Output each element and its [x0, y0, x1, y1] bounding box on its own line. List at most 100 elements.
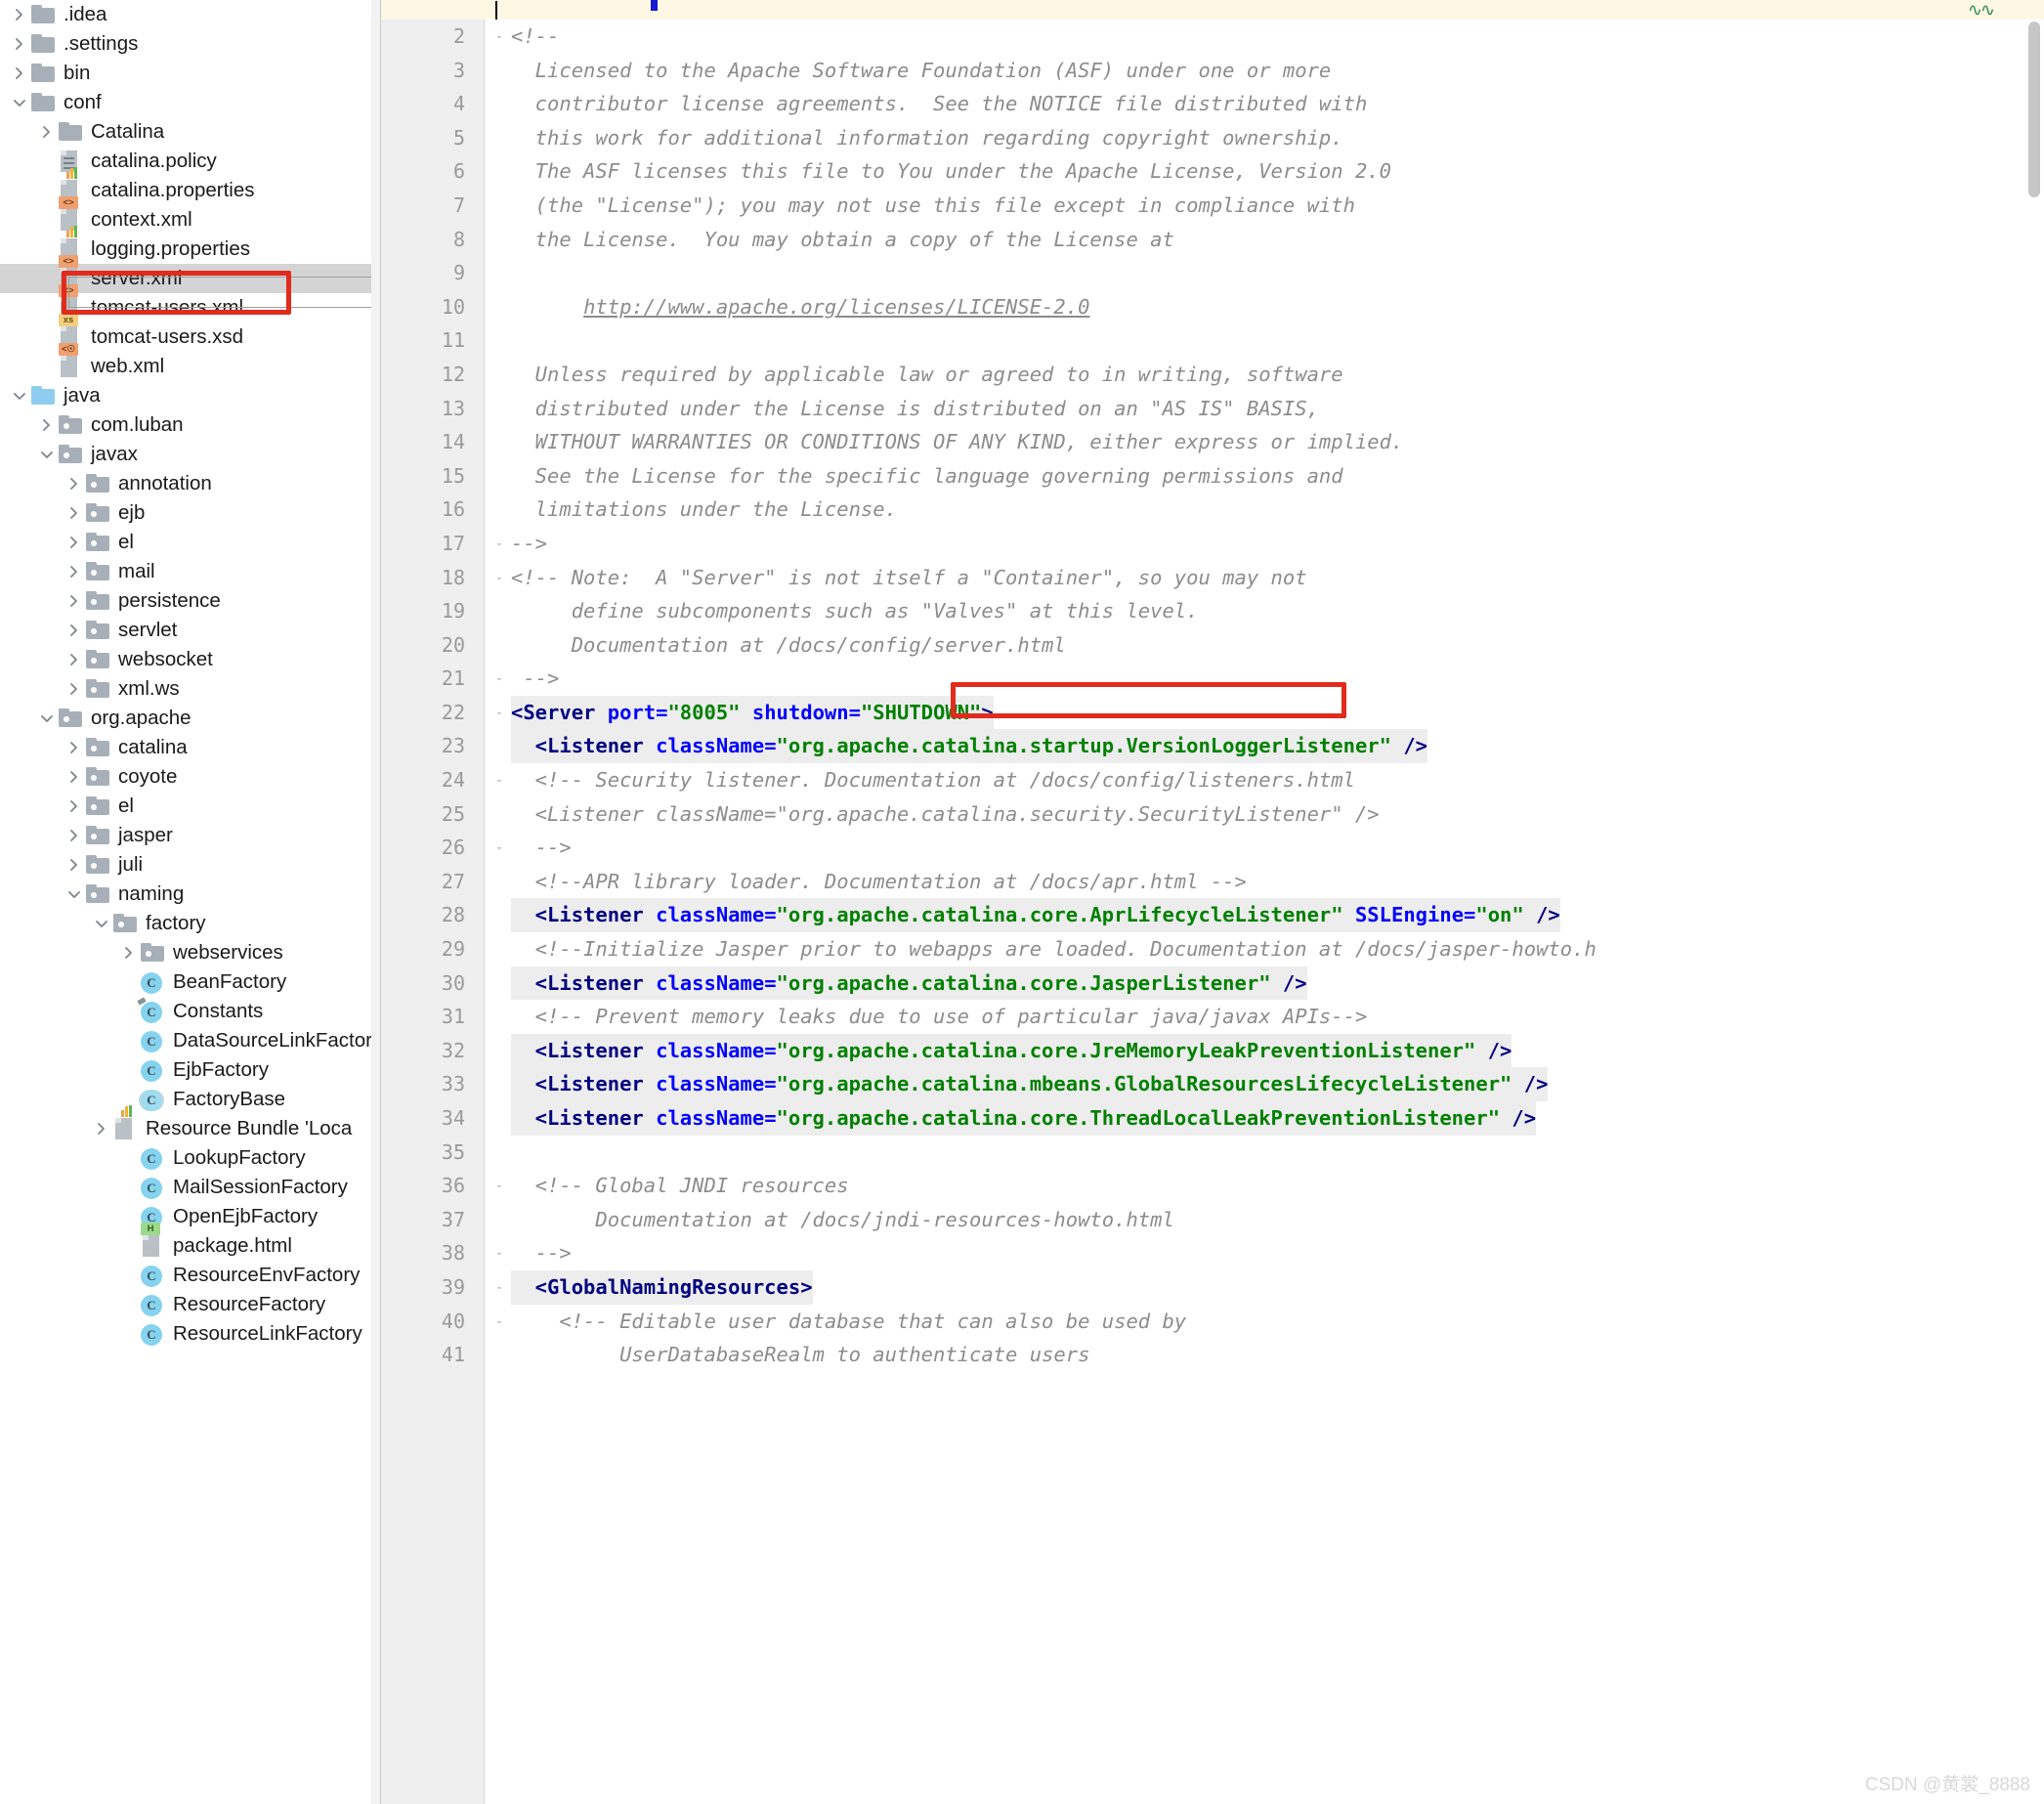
code-line[interactable]: 37 Documentation at /docs/jndi-resources…	[381, 1203, 2044, 1237]
chevron-right-icon[interactable]	[35, 410, 59, 440]
chevron-right-icon[interactable]	[63, 645, 86, 674]
chevron-right-icon[interactable]	[8, 0, 31, 29]
tree-item-tomcat-users-xml[interactable]: <>tomcat-users.xml	[0, 293, 381, 322]
code-line[interactable]: 18-<!-- Note: A "Server" is not itself a…	[381, 561, 2044, 595]
tree-item-mail[interactable]: mail	[0, 557, 381, 586]
chevron-right-icon[interactable]	[8, 29, 31, 59]
code-line[interactable]: 33 <Listener className="org.apache.catal…	[381, 1067, 2044, 1101]
code-editor[interactable]: ∿∿ 2-<!--3 Licensed to the Apache Softwa…	[381, 0, 2044, 1804]
code-line[interactable]: 17--->	[381, 527, 2044, 561]
tree-item-juli[interactable]: juli	[0, 850, 381, 880]
chevron-right-icon[interactable]	[63, 850, 86, 880]
panel-divider[interactable]	[380, 0, 381, 1804]
chevron-right-icon[interactable]	[63, 674, 86, 704]
code-line[interactable]: 40- <!-- Editable user database that can…	[381, 1305, 2044, 1339]
chevron-right-icon[interactable]	[63, 498, 86, 528]
tree-item-catalina-policy[interactable]: catalina.policy	[0, 147, 381, 176]
chevron-down-icon[interactable]	[63, 880, 86, 909]
tree-item-servlet[interactable]: servlet	[0, 616, 381, 645]
fold-marker-icon[interactable]: -	[490, 1236, 508, 1270]
code-line[interactable]: 2-<!--	[381, 20, 2044, 54]
code-line[interactable]: 14 WITHOUT WARRANTIES OR CONDITIONS OF A…	[381, 425, 2044, 459]
chevron-right-icon[interactable]	[63, 792, 86, 821]
code-line[interactable]: 24- <!-- Security listener. Documentatio…	[381, 763, 2044, 797]
code-line[interactable]: 27 <!--APR library loader. Documentation…	[381, 865, 2044, 899]
code-line[interactable]: 8 the License. You may obtain a copy of …	[381, 223, 2044, 257]
code-line[interactable]: 38- -->	[381, 1236, 2044, 1270]
fold-marker-icon[interactable]: -	[490, 763, 508, 797]
fold-marker-icon[interactable]: -	[490, 1305, 508, 1339]
tree-item-ejb[interactable]: ejb	[0, 498, 381, 528]
code-line[interactable]: 28 <Listener className="org.apache.catal…	[381, 898, 2044, 932]
chevron-right-icon[interactable]	[63, 616, 86, 645]
code-line[interactable]: 12 Unless required by applicable law or …	[381, 358, 2044, 392]
tree-item-el[interactable]: el	[0, 792, 381, 821]
tree-item-conf[interactable]: conf	[0, 88, 381, 117]
tree-item-com-luban[interactable]: com.luban	[0, 410, 381, 440]
chevron-down-icon[interactable]	[8, 381, 31, 410]
tree-item-idea[interactable]: .idea	[0, 0, 381, 29]
chevron-down-icon[interactable]	[90, 909, 113, 938]
chevron-right-icon[interactable]	[8, 59, 31, 88]
sidebar-scrollbar[interactable]	[371, 0, 380, 1804]
tree-item-mailsessionfactory[interactable]: CMailSessionFactory	[0, 1173, 381, 1202]
tree-item-coyote[interactable]: coyote	[0, 762, 381, 792]
code-line[interactable]: 36- <!-- Global JNDI resources	[381, 1169, 2044, 1203]
tree-item-el[interactable]: el	[0, 528, 381, 557]
code-line[interactable]: 5 this work for additional information r…	[381, 121, 2044, 155]
project-tree-panel[interactable]: .idea.settingsbinconfCatalinacatalina.po…	[0, 0, 381, 1804]
editor-scrollbar-track[interactable]	[2024, 20, 2044, 1804]
tree-item-xml-ws[interactable]: xml.ws	[0, 674, 381, 704]
code-line[interactable]: 23 <Listener className="org.apache.catal…	[381, 729, 2044, 763]
tree-item-constants[interactable]: CConstants	[0, 997, 381, 1026]
code-line[interactable]: 7 (the "License"); you may not use this …	[381, 189, 2044, 223]
code-line[interactable]: 35	[381, 1136, 2044, 1170]
code-line[interactable]: 16 limitations under the License.	[381, 493, 2044, 527]
fold-marker-icon[interactable]: -	[490, 1270, 508, 1305]
code-line[interactable]: 11	[381, 323, 2044, 358]
chevron-down-icon[interactable]	[35, 440, 59, 469]
chevron-right-icon[interactable]	[63, 469, 86, 498]
tree-item-org-apache[interactable]: org.apache	[0, 704, 381, 733]
tree-item-resourceenvfactory[interactable]: CResourceEnvFactory	[0, 1261, 381, 1290]
tree-item-catalina[interactable]: catalina	[0, 733, 381, 762]
code-line[interactable]: 26- -->	[381, 831, 2044, 865]
tree-item-server-xml[interactable]: <>server.xml	[0, 264, 381, 293]
code-content[interactable]: 2-<!--3 Licensed to the Apache Software …	[381, 20, 2044, 1804]
tree-item-annotation[interactable]: annotation	[0, 469, 381, 498]
code-line[interactable]: 32 <Listener className="org.apache.catal…	[381, 1034, 2044, 1068]
chevron-down-icon[interactable]	[8, 88, 31, 117]
tree-item-ejbfactory[interactable]: CEjbFactory	[0, 1055, 381, 1085]
code-line[interactable]: 30 <Listener className="org.apache.catal…	[381, 966, 2044, 1001]
fold-marker-icon[interactable]: -	[490, 1169, 508, 1203]
tree-item-resourcelinkfactory[interactable]: CResourceLinkFactory	[0, 1319, 381, 1349]
tree-item-context-xml[interactable]: <>context.xml	[0, 205, 381, 235]
tree-item-logging-properties[interactable]: logging.properties	[0, 235, 381, 264]
editor-scrollbar-thumb[interactable]	[2028, 21, 2040, 197]
code-line[interactable]: 39- <GlobalNamingResources>	[381, 1270, 2044, 1305]
tree-item-factorybase[interactable]: CFactoryBase	[0, 1085, 381, 1114]
chevron-right-icon[interactable]	[63, 733, 86, 762]
project-tree[interactable]: .idea.settingsbinconfCatalinacatalina.po…	[0, 0, 381, 1349]
tree-item-resourcefactory[interactable]: CResourceFactory	[0, 1290, 381, 1319]
code-line[interactable]: 20 Documentation at /docs/config/server.…	[381, 628, 2044, 663]
tree-item-package-html[interactable]: Hpackage.html	[0, 1231, 381, 1261]
code-line[interactable]: 6 The ASF licenses this file to You unde…	[381, 154, 2044, 189]
chevron-down-icon[interactable]	[35, 704, 59, 733]
tree-item-javax[interactable]: javax	[0, 440, 381, 469]
code-line[interactable]: 15 See the License for the specific lang…	[381, 459, 2044, 494]
tree-item-datasourcelinkfactory[interactable]: CDataSourceLinkFactory	[0, 1026, 381, 1055]
chevron-right-icon[interactable]	[35, 117, 59, 147]
code-line[interactable]: 19 define subcomponents such as "Valves"…	[381, 594, 2044, 628]
code-line[interactable]: 31 <!-- Prevent memory leaks due to use …	[381, 1000, 2044, 1034]
tree-item-catalina[interactable]: Catalina	[0, 117, 381, 147]
code-line[interactable]: 29 <!--Initialize Jasper prior to webapp…	[381, 932, 2044, 966]
code-line[interactable]: 22-<Server port="8005" shutdown="SHUTDOW…	[381, 696, 2044, 730]
code-line[interactable]: 25 <Listener className="org.apache.catal…	[381, 797, 2044, 832]
fold-marker-icon[interactable]: -	[490, 20, 508, 54]
chevron-right-icon[interactable]	[117, 938, 141, 967]
fold-marker-icon[interactable]: -	[490, 561, 508, 595]
tree-item-websocket[interactable]: websocket	[0, 645, 381, 674]
code-line[interactable]: 9	[381, 256, 2044, 290]
tree-item-java[interactable]: java	[0, 381, 381, 410]
